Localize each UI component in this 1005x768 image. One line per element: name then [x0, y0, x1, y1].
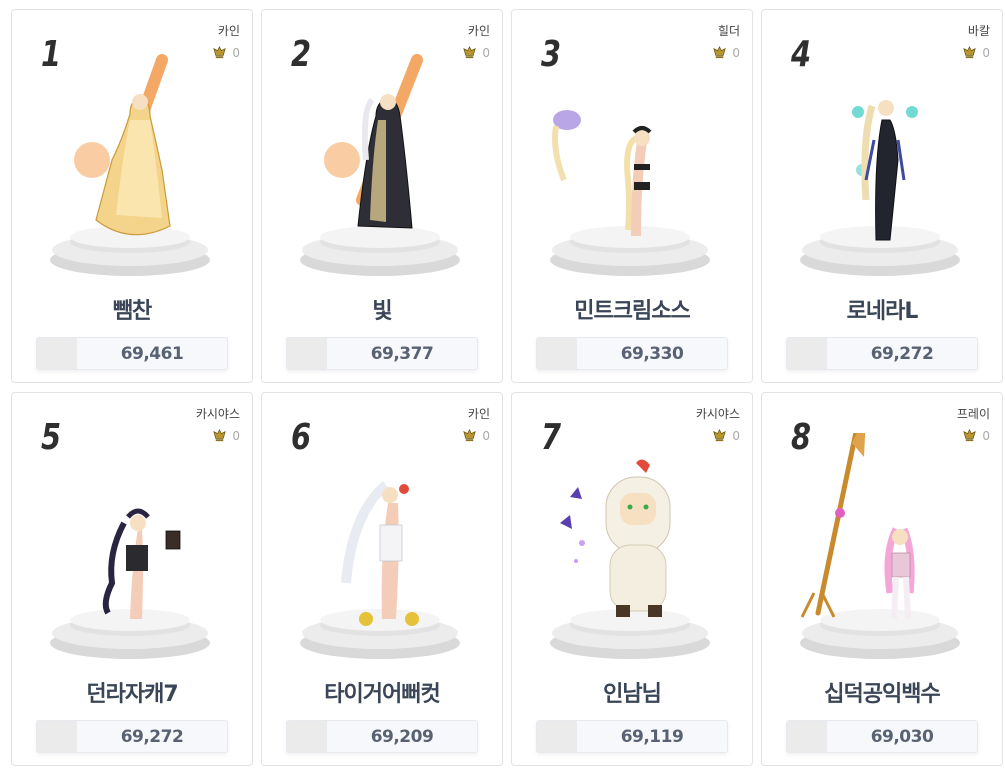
- score-value: 69,377: [370, 343, 434, 364]
- character-display: [12, 433, 252, 663]
- character-display: [512, 433, 752, 663]
- ranking-card[interactable]: 8 프레이 0 십덕공익백수 69,030: [761, 392, 1003, 766]
- score-bar: 69,330: [536, 337, 728, 370]
- character-image: [800, 100, 960, 276]
- job-label: 카인: [467, 24, 490, 38]
- score-bar-accent: [287, 338, 327, 369]
- job-label: 힐더: [717, 24, 740, 38]
- ranking-card[interactable]: 5 카시야스 0 던라자캐7 69,272: [11, 392, 253, 766]
- job-label: 프레이: [956, 407, 990, 421]
- character-name: 타이거어뻐컷: [324, 682, 440, 707]
- character-name: 뺌찬: [112, 299, 152, 324]
- score-bar-accent: [787, 721, 827, 752]
- character-image: [300, 481, 460, 659]
- score-bar: 69,461: [36, 337, 228, 370]
- ranking-card[interactable]: 7 카시야스 0 인남님 69,119: [511, 392, 753, 766]
- score-bar-accent: [537, 338, 577, 369]
- score-bar: 69,209: [286, 720, 478, 753]
- character-image: [800, 433, 960, 659]
- job-label: 카인: [467, 407, 490, 421]
- score-value: 69,461: [120, 343, 184, 364]
- character-image: [50, 508, 210, 659]
- score-bar: 69,030: [786, 720, 978, 753]
- score-value: 69,209: [370, 726, 434, 747]
- score-value: 69,030: [870, 726, 934, 747]
- character-image: [50, 54, 210, 276]
- character-display: [762, 50, 1002, 280]
- character-display: [262, 433, 502, 663]
- job-label: 바칼: [967, 24, 990, 38]
- job-label: 카인: [217, 24, 240, 38]
- ranking-card[interactable]: 6 카인 0 타이거어뻐컷 69,209: [261, 392, 503, 766]
- character-name: 인남님: [603, 682, 662, 707]
- score-value: 69,272: [120, 726, 184, 747]
- score-bar: 69,377: [286, 337, 478, 370]
- character-name: 민트크림소스: [574, 299, 690, 324]
- character-display: [12, 50, 252, 280]
- ranking-card[interactable]: 4 바칼 0 로네라L 69,272: [761, 9, 1003, 383]
- ranking-card[interactable]: 3 힐더 0 민트크림소스 69,330: [511, 9, 753, 383]
- character-display: [762, 433, 1002, 663]
- score-value: 69,330: [620, 343, 684, 364]
- job-label: 카시야스: [695, 407, 740, 421]
- character-display: [262, 50, 502, 280]
- character-display: [512, 50, 752, 280]
- score-value: 69,119: [620, 726, 684, 747]
- ranking-card[interactable]: 2 카인 0 빛 69,377: [261, 9, 503, 383]
- score-bar-accent: [37, 721, 77, 752]
- score-bar-accent: [37, 338, 77, 369]
- score-bar-accent: [537, 721, 577, 752]
- score-bar: 69,272: [786, 337, 978, 370]
- score-bar: 69,119: [536, 720, 728, 753]
- character-name: 십덕공익백수: [824, 682, 940, 707]
- character-name: 빛: [372, 299, 392, 324]
- score-value: 69,272: [870, 343, 934, 364]
- score-bar-accent: [787, 338, 827, 369]
- character-image: [550, 459, 710, 659]
- character-name: 던라자캐7: [86, 682, 178, 707]
- character-image: [550, 110, 710, 276]
- character-name: 로네라L: [846, 299, 919, 324]
- ranking-grid: 1 카인 0 뺌찬 69,461 2 카인 0 빛 69,377 3 힐더 0 …: [11, 9, 1003, 767]
- score-bar-accent: [287, 721, 327, 752]
- character-image: [300, 54, 460, 276]
- job-label: 카시야스: [195, 407, 240, 421]
- score-bar: 69,272: [36, 720, 228, 753]
- ranking-card[interactable]: 1 카인 0 뺌찬 69,461: [11, 9, 253, 383]
